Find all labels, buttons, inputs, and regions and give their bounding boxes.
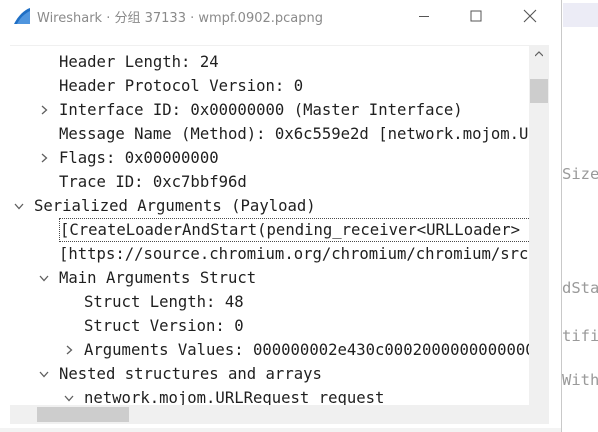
wireshark-fin-icon	[14, 8, 30, 24]
chevron-down-icon[interactable]	[37, 362, 51, 386]
chevron-down-icon[interactable]	[12, 194, 26, 218]
tree-row[interactable]: Arguments Values: 000000002e430c00020000…	[10, 338, 529, 362]
tree-row-label: Arguments Values: 000000002e430c00020000…	[84, 341, 529, 359]
tree-row[interactable]: Flags: 0x00000000	[10, 146, 529, 170]
vertical-scrollbar[interactable]	[529, 45, 549, 409]
tree-row-label: Message Name (Method): 0x6c559e2d [netwo…	[59, 125, 529, 143]
tree-row[interactable]: Struct Version: 0	[10, 314, 529, 338]
packet-detail-tree[interactable]: Header Length: 24 Header Protocol Version…	[10, 45, 529, 410]
tree-row[interactable]: Header Length: 24	[10, 50, 529, 74]
scrollbar-corner	[529, 405, 549, 424]
status-strip	[0, 428, 561, 432]
tree-row[interactable]: Header Protocol Version: 0	[10, 74, 529, 98]
tree-row[interactable]: Main Arguments Struct	[10, 266, 529, 290]
tree-row-label: Trace ID: 0xc7bbf96d	[59, 173, 247, 191]
title-bar[interactable]: Wireshark · 分组 37133 · wmpf.0902.pcapng	[0, 0, 561, 32]
background-text-fragment: dSta	[562, 279, 598, 297]
tree-row-label: [CreateLoaderAndStart(pending_receiver<U…	[59, 218, 529, 242]
horizontal-scrollbar-thumb[interactable]	[37, 407, 129, 422]
packet-details-window: Wireshark · 分组 37133 · wmpf.0902.pcapng …	[0, 0, 562, 432]
window-title: Wireshark · 分组 37133 · wmpf.0902.pcapng	[37, 11, 324, 26]
tree-row[interactable]: Serialized Arguments (Payload)	[10, 194, 529, 218]
tree-row-label: Header Protocol Version: 0	[59, 77, 304, 95]
tree-row[interactable]: Nested structures and arrays	[10, 362, 529, 386]
tree-row-label: Header Length: 24	[59, 53, 219, 71]
tree-row-label: Interface ID: 0x00000000 (Master Interfa…	[59, 101, 463, 119]
background-text-fragment: tifi	[562, 327, 598, 345]
tree-row-label: [https://source.chromium.org/chromium/ch…	[59, 245, 529, 263]
close-icon	[523, 9, 537, 23]
horizontal-scrollbar[interactable]	[10, 405, 529, 424]
tree-row[interactable]: [CreateLoaderAndStart(pending_receiver<U…	[10, 218, 529, 242]
vertical-scrollbar-thumb[interactable]	[530, 79, 548, 103]
background-text-fragment: Size	[562, 165, 598, 183]
chevron-down-icon[interactable]	[37, 266, 51, 290]
tree-row[interactable]: [https://source.chromium.org/chromium/ch…	[10, 242, 529, 266]
minimize-button[interactable]	[401, 0, 447, 32]
chevron-right-icon[interactable]	[37, 146, 51, 170]
maximize-icon	[470, 10, 482, 22]
tree-row[interactable]: Message Name (Method): 0x6c559e2d [netwo…	[10, 122, 529, 146]
tree-row-label: Struct Version: 0	[84, 317, 244, 335]
tree-row[interactable]: Struct Length: 48	[10, 290, 529, 314]
background-text-fragment: With	[562, 371, 598, 389]
chevron-right-icon[interactable]	[37, 98, 51, 122]
tree-row-label: Struct Length: 48	[84, 293, 244, 311]
maximize-button[interactable]	[453, 0, 499, 32]
scroll-up-arrow-icon[interactable]	[535, 51, 543, 57]
minimize-icon	[419, 16, 429, 17]
tree-row[interactable]: Interface ID: 0x00000000 (Master Interfa…	[10, 98, 529, 122]
tree-row[interactable]: Trace ID: 0xc7bbf96d	[10, 170, 529, 194]
tree-row-label: Main Arguments Struct	[59, 269, 257, 287]
background-tab	[563, 3, 598, 27]
close-button[interactable]	[507, 0, 553, 32]
chevron-right-icon[interactable]	[62, 338, 76, 362]
tree-row-label: Serialized Arguments (Payload)	[34, 197, 316, 215]
tree-row-label: Nested structures and arrays	[59, 365, 322, 383]
tree-row-label: Flags: 0x00000000	[59, 149, 219, 167]
